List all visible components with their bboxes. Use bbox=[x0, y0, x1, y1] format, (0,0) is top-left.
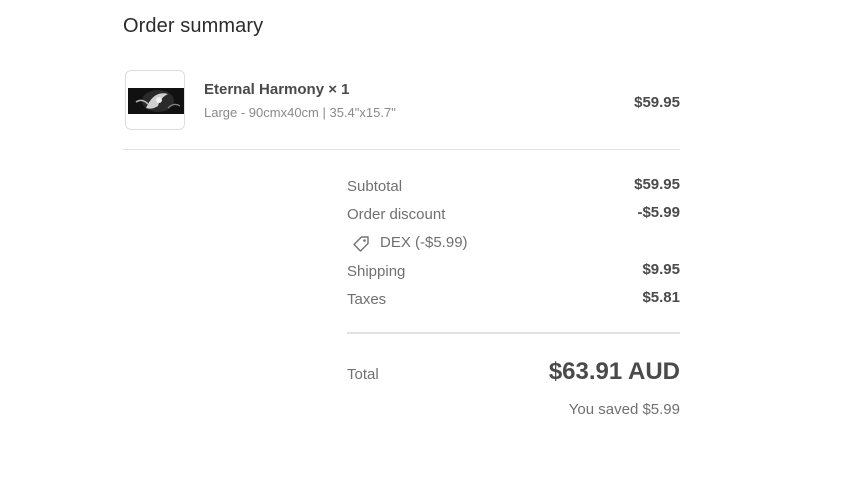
total-value: $63.91 AUD bbox=[548, 358, 680, 385]
product-variant: Large - 90cmx40cm | 35.4"x15.7" bbox=[204, 105, 396, 120]
tag-icon bbox=[352, 235, 370, 258]
shipping-label: Shipping bbox=[347, 263, 406, 280]
order-summary-title: Order summary bbox=[123, 15, 264, 37]
taxes-label: Taxes bbox=[347, 291, 387, 308]
line-item: Eternal Harmony × 1 Large - 90cmx40cm | … bbox=[123, 69, 680, 133]
item-divider bbox=[123, 149, 680, 150]
subtotal-label: Subtotal bbox=[347, 178, 403, 195]
product-name: Eternal Harmony × 1 bbox=[204, 81, 350, 98]
discount-label: Order discount bbox=[347, 206, 446, 223]
discount-value: -$5.99 bbox=[637, 204, 680, 221]
shipping-value: $9.95 bbox=[642, 261, 680, 278]
taxes-value: $5.81 bbox=[642, 289, 680, 306]
discount-code: DEX (-$5.99) bbox=[380, 234, 468, 251]
total-label: Total bbox=[347, 366, 379, 383]
savings-text: You saved $5.99 bbox=[568, 401, 680, 418]
product-thumbnail bbox=[125, 70, 185, 130]
product-price: $59.95 bbox=[634, 94, 680, 111]
totals-divider bbox=[347, 332, 680, 334]
subtotal-value: $59.95 bbox=[634, 176, 680, 193]
product-image bbox=[128, 88, 184, 114]
